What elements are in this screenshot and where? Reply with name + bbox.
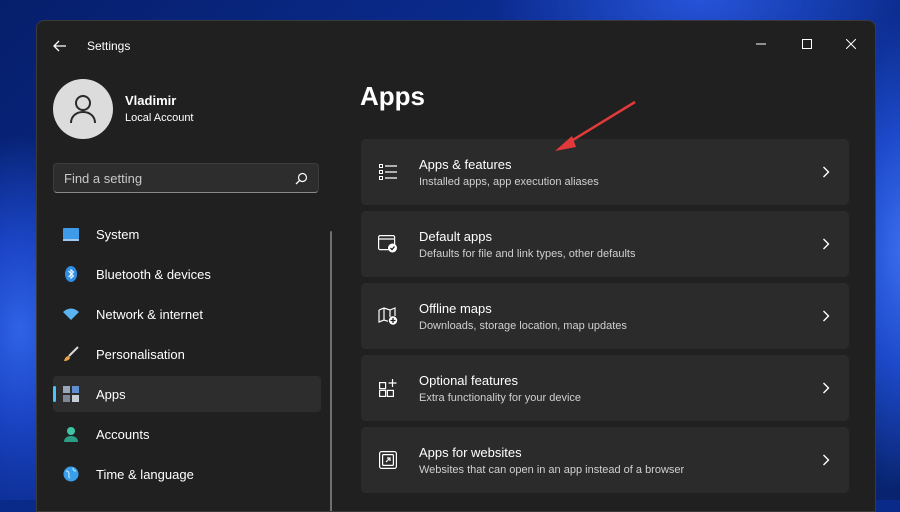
card-subtitle: Defaults for file and link types, other … xyxy=(419,248,636,260)
chevron-right-icon xyxy=(821,309,831,323)
card-subtitle: Downloads, storage location, map updates xyxy=(419,320,627,332)
sidebar-scrollbar[interactable] xyxy=(330,231,332,511)
apps-for-websites-icon xyxy=(378,450,398,470)
page-title: Apps xyxy=(360,81,425,111)
maximize-icon xyxy=(802,39,812,49)
sidebar-item-label: Network & internet xyxy=(96,307,203,322)
default-apps-icon xyxy=(378,234,398,254)
sidebar-item-label: Time & language xyxy=(96,467,194,482)
chevron-right-icon xyxy=(821,165,831,179)
account-type: Local Account xyxy=(125,112,194,124)
card-subtitle: Websites that can open in an app instead… xyxy=(419,464,685,476)
card-subtitle: Installed apps, app execution aliases xyxy=(419,176,599,188)
maximize-button[interactable] xyxy=(785,29,829,59)
sidebar-item-label: Apps xyxy=(96,387,126,402)
card-title: Apps & features xyxy=(419,157,512,172)
card-title: Apps for websites xyxy=(419,445,522,460)
sidebar-nav: System Bluetooth & devices Network & int… xyxy=(53,216,321,496)
sidebar-item-label: System xyxy=(96,227,140,242)
card-offline-maps[interactable]: Offline maps Downloads, storage location… xyxy=(361,283,849,349)
card-title: Default apps xyxy=(419,229,492,244)
globe-icon xyxy=(63,466,79,482)
wifi-icon xyxy=(63,306,79,322)
chevron-right-icon xyxy=(821,453,831,467)
search-input[interactable] xyxy=(54,164,284,192)
settings-window: Settings Vladimir Local Account System xyxy=(36,20,876,512)
card-title: Optional features xyxy=(419,373,519,388)
sidebar-item-label: Personalisation xyxy=(96,347,185,362)
optional-features-icon xyxy=(378,378,398,398)
apps-settings-list: Apps & features Installed apps, app exec… xyxy=(361,139,849,499)
close-button[interactable] xyxy=(829,29,873,59)
search-box[interactable] xyxy=(53,163,319,193)
sidebar-item-time-language[interactable]: Time & language xyxy=(53,456,321,492)
chevron-right-icon xyxy=(821,381,831,395)
card-subtitle: Extra functionality for your device xyxy=(419,392,582,404)
user-name: Vladimir xyxy=(125,93,177,108)
back-button[interactable] xyxy=(49,35,71,57)
card-title: Offline maps xyxy=(419,301,492,316)
card-apps-features[interactable]: Apps & features Installed apps, app exec… xyxy=(361,139,849,205)
minimize-icon xyxy=(756,43,766,45)
window-title: Settings xyxy=(87,39,131,53)
brush-icon xyxy=(63,346,79,362)
sidebar-item-system[interactable]: System xyxy=(53,216,321,252)
user-icon xyxy=(70,95,96,124)
card-optional-features[interactable]: Optional features Extra functionality fo… xyxy=(361,355,849,421)
back-arrow-icon xyxy=(53,40,66,52)
sidebar-item-label: Accounts xyxy=(96,427,150,442)
map-icon xyxy=(378,306,398,326)
card-apps-for-websites[interactable]: Apps for websites Websites that can open… xyxy=(361,427,849,493)
sidebar-item-apps[interactable]: Apps xyxy=(53,376,321,412)
sidebar-item-network[interactable]: Network & internet xyxy=(53,296,321,332)
chevron-right-icon xyxy=(821,237,831,251)
sidebar-item-personalisation[interactable]: Personalisation xyxy=(53,336,321,372)
sidebar-item-bluetooth[interactable]: Bluetooth & devices xyxy=(53,256,321,292)
apps-icon xyxy=(63,386,79,402)
sidebar-item-accounts[interactable]: Accounts xyxy=(53,416,321,452)
bluetooth-icon xyxy=(63,266,79,282)
list-icon xyxy=(378,162,398,182)
system-icon xyxy=(63,226,79,242)
close-icon xyxy=(846,39,856,49)
card-default-apps[interactable]: Default apps Defaults for file and link … xyxy=(361,211,849,277)
accounts-icon xyxy=(63,426,79,442)
search-icon[interactable] xyxy=(295,172,308,185)
minimize-button[interactable] xyxy=(739,29,783,59)
title-bar: Settings xyxy=(37,21,875,69)
avatar xyxy=(53,79,113,139)
sidebar-item-label: Bluetooth & devices xyxy=(96,267,211,282)
